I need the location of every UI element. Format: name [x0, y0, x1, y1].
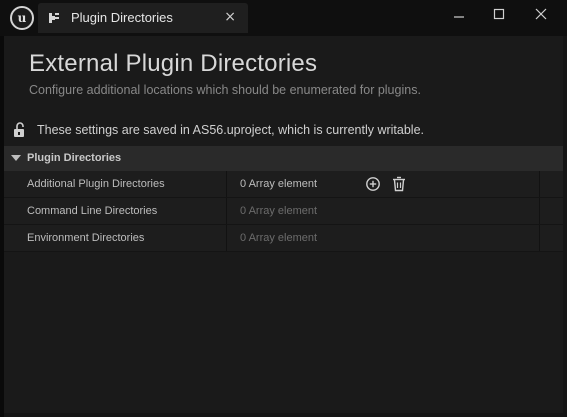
property-list: Additional Plugin Directories 0 Array el… [4, 171, 563, 252]
tab-plugin-directories[interactable]: Plugin Directories × [38, 3, 248, 33]
row-end-divider [539, 171, 540, 197]
writable-status: These settings are saved in AS56.uprojec… [13, 122, 424, 138]
property-row-environment-directories[interactable]: Environment Directories 0 Array element [4, 225, 563, 252]
unlock-icon [14, 122, 24, 137]
tab-label: Plugin Directories [71, 10, 173, 25]
column-splitter[interactable] [226, 225, 227, 251]
page-subtitle: Configure additional locations which sho… [29, 83, 421, 97]
expand-arrow-icon[interactable] [11, 155, 21, 161]
plugin-directories-window: u Plugin Directories × External Plugin D… [0, 0, 567, 417]
title-bar[interactable]: u Plugin Directories × [0, 0, 567, 36]
property-value: 0 Array element [240, 232, 318, 244]
property-row-additional-plugin-directories[interactable]: Additional Plugin Directories 0 Array el… [4, 171, 563, 198]
tab-close-button[interactable]: × [224, 9, 236, 25]
category-plugin-directories[interactable]: Plugin Directories [4, 146, 563, 171]
maximize-icon [493, 8, 505, 20]
property-name: Environment Directories [27, 232, 145, 244]
logo-letter: u [17, 11, 27, 25]
page-title: External Plugin Directories [29, 50, 318, 77]
property-value: 0 Array element [240, 178, 318, 190]
status-text: These settings are saved in AS56.uprojec… [37, 123, 424, 137]
add-element-icon[interactable] [365, 176, 381, 192]
row-end-divider [539, 225, 540, 251]
array-actions [365, 176, 407, 192]
property-row-command-line-directories[interactable]: Command Line Directories 0 Array element [4, 198, 563, 225]
maximize-button[interactable] [484, 4, 514, 24]
delete-all-icon[interactable] [391, 176, 407, 192]
minimize-icon [454, 16, 464, 18]
close-window-button[interactable] [526, 4, 556, 24]
category-label: Plugin Directories [27, 152, 122, 164]
unreal-logo-icon[interactable]: u [10, 6, 34, 30]
settings-content: External Plugin Directories Configure ad… [4, 36, 563, 413]
plugin-tab-icon [49, 13, 59, 23]
row-end-divider [539, 198, 540, 224]
property-value: 0 Array element [240, 205, 318, 217]
minimize-button[interactable] [444, 4, 474, 24]
close-icon [535, 8, 547, 20]
property-name: Command Line Directories [27, 205, 158, 217]
empty-details-area [4, 254, 563, 413]
column-splitter[interactable] [226, 171, 227, 197]
property-name: Additional Plugin Directories [27, 178, 165, 190]
column-splitter[interactable] [226, 198, 227, 224]
